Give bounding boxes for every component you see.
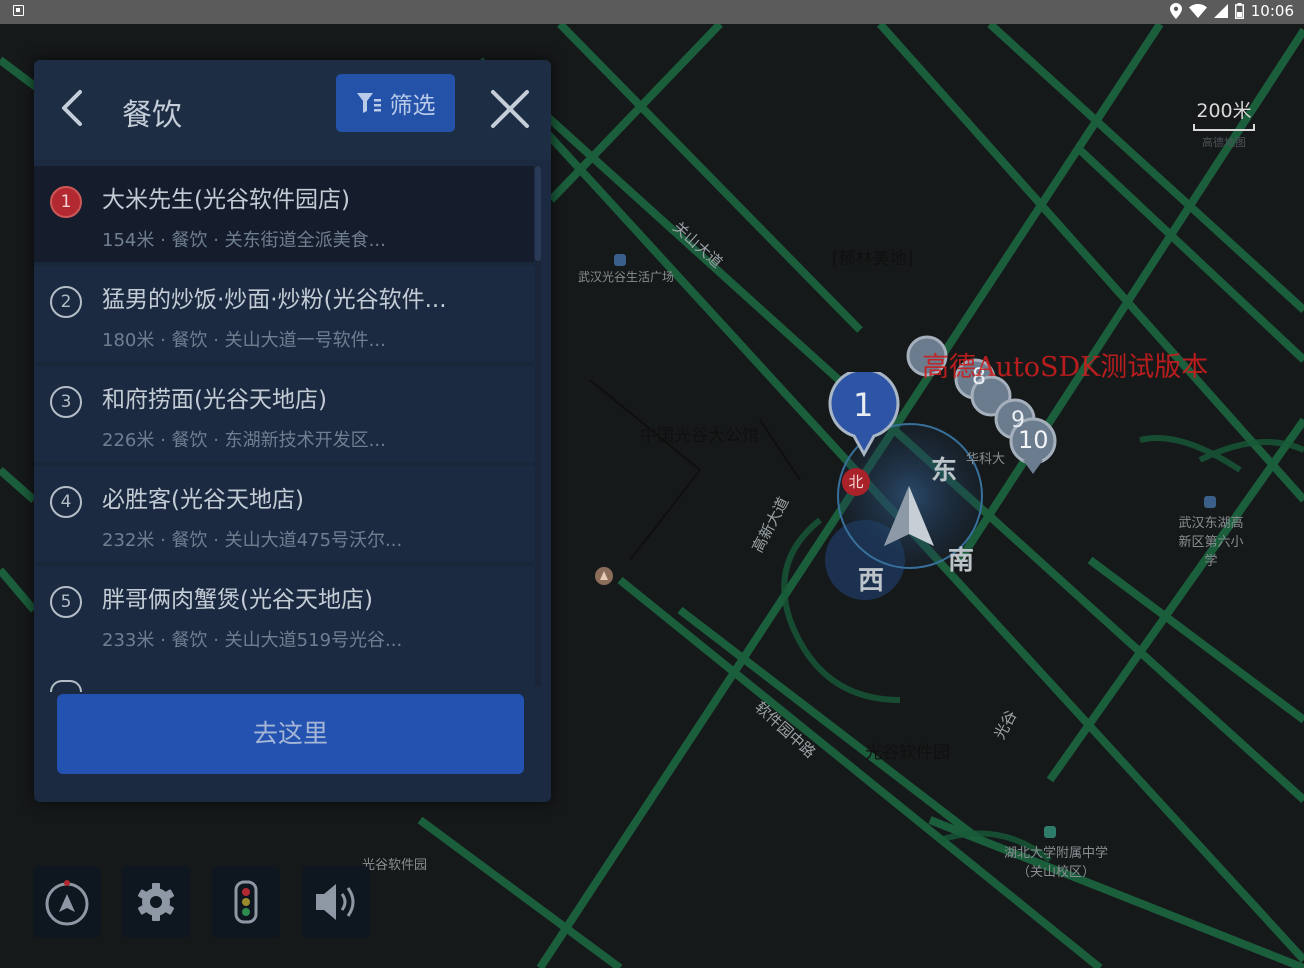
settings-button[interactable] — [122, 866, 190, 938]
scale-bar — [1193, 124, 1255, 131]
result-name: 和府捞面(光谷天地店) — [102, 387, 327, 413]
traffic-light-icon — [234, 880, 258, 924]
scale-label: 200米 — [1196, 100, 1252, 122]
map-building-label: 光谷软件园 — [865, 743, 950, 763]
status-time: 10:06 — [1250, 2, 1294, 20]
map-poi-label: 武汉东湖高新区第六小学 — [1178, 516, 1244, 569]
search-result-panel: 餐饮 筛选 1 大米先生(光谷软件园店) 154米 · 餐饮 · 关东街道全派美… — [34, 60, 551, 802]
map-scale: 200米 高德地图 — [1193, 96, 1255, 150]
result-name: 猛男的炒饭·炒面·炒粉(光谷软件... — [102, 287, 447, 313]
settings-icon — [137, 883, 175, 921]
volume-icon — [316, 884, 355, 920]
school-icon[interactable] — [1042, 824, 1058, 840]
map-poi-label: 湖北大学附属中学（关山校区） — [1003, 846, 1108, 880]
compass-east: 东 — [931, 456, 958, 486]
result-detail: 233米 · 餐饮 · 关山大道519号光谷... — [102, 630, 403, 651]
status-bar: 10:06 — [0, 0, 1304, 24]
result-detail: 154米 · 餐饮 · 关东街道全派美食... — [102, 230, 386, 251]
map-poi-icon[interactable] — [612, 252, 628, 268]
result-index: 4 — [50, 486, 82, 518]
result-index: 5 — [50, 586, 82, 618]
map-building-label: [郁林美地] — [832, 249, 914, 269]
compass-south: 南 — [948, 546, 975, 576]
result-name: 必胜客(光谷天地店) — [102, 487, 304, 513]
status-icons: 10:06 — [1169, 2, 1294, 20]
wifi-icon — [1188, 4, 1207, 18]
result-index: 3 — [50, 386, 82, 418]
compass-mode-button[interactable] — [33, 866, 101, 938]
result-scrollbar[interactable] — [535, 166, 541, 686]
school-icon[interactable] — [1202, 494, 1218, 510]
navigation-arrow-icon — [884, 486, 934, 546]
next-result-peek — [50, 680, 82, 692]
cell-signal-icon — [1213, 4, 1228, 18]
compass-north: 北 — [842, 468, 870, 496]
map-poi-label: 武汉光谷生活广场 — [578, 270, 675, 284]
selected-marker-number: 1 — [853, 386, 874, 424]
sdk-watermark: 高德AutoSDK测试版本 — [922, 352, 1209, 383]
result-item[interactable]: 2 猛男的炒饭·炒面·炒粉(光谷软件... 180米 · 餐饮 · 关山大道一号… — [34, 266, 534, 362]
scrollbar-thumb[interactable] — [535, 166, 541, 261]
result-item[interactable]: 5 胖哥俩肉蟹煲(光谷天地店) 233米 · 餐饮 · 关山大道519号光谷..… — [34, 566, 534, 662]
map-poi-label: 光谷软件园 — [362, 858, 428, 873]
traffic-toggle-button[interactable] — [212, 866, 280, 938]
result-item[interactable]: 1 大米先生(光谷软件园店) 154米 · 餐饮 · 关东街道全派美食... — [34, 166, 534, 262]
compass-west: 西 — [858, 566, 885, 596]
location-icon — [1169, 3, 1182, 19]
result-detail: 226米 · 餐饮 · 东湖新技术开发区... — [102, 430, 386, 451]
result-index: 1 — [50, 186, 82, 218]
result-item[interactable]: 4 必胜客(光谷天地店) 232米 · 餐饮 · 关山大道475号沃尔... — [34, 466, 534, 562]
filter-label: 筛选 — [389, 93, 436, 119]
volume-button[interactable] — [302, 866, 370, 938]
back-button[interactable] — [56, 88, 90, 128]
map-poi-icon[interactable] — [594, 566, 614, 586]
category-title: 餐饮 — [122, 98, 182, 133]
result-name: 胖哥俩肉蟹煲(光谷天地店) — [102, 587, 373, 613]
map-building-label: 中国光谷大公馆 — [640, 426, 759, 446]
result-index: 2 — [50, 286, 82, 318]
cluster-number: 10 — [1018, 426, 1049, 454]
filter-icon — [356, 93, 381, 113]
notification-app-icon — [13, 5, 24, 16]
go-here-button[interactable]: 去这里 — [57, 694, 524, 774]
result-item[interactable]: 3 和府捞面(光谷天地店) 226米 · 餐饮 · 东湖新技术开发区... — [34, 366, 534, 462]
result-list[interactable]: 1 大米先生(光谷软件园店) 154米 · 餐饮 · 关东街道全派美食... 2… — [34, 166, 551, 692]
result-detail: 180米 · 餐饮 · 关山大道一号软件... — [102, 330, 386, 351]
result-name: 大米先生(光谷软件园店) — [102, 187, 350, 213]
panel-header: 餐饮 筛选 — [34, 60, 551, 160]
filter-button[interactable]: 筛选 — [336, 74, 455, 132]
close-button[interactable] — [487, 86, 533, 132]
compass-mode-icon — [45, 880, 89, 926]
result-detail: 232米 · 餐饮 · 关山大道475号沃尔... — [102, 530, 403, 551]
battery-icon — [1234, 3, 1244, 19]
map-brand: 高德地图 — [1202, 136, 1246, 149]
